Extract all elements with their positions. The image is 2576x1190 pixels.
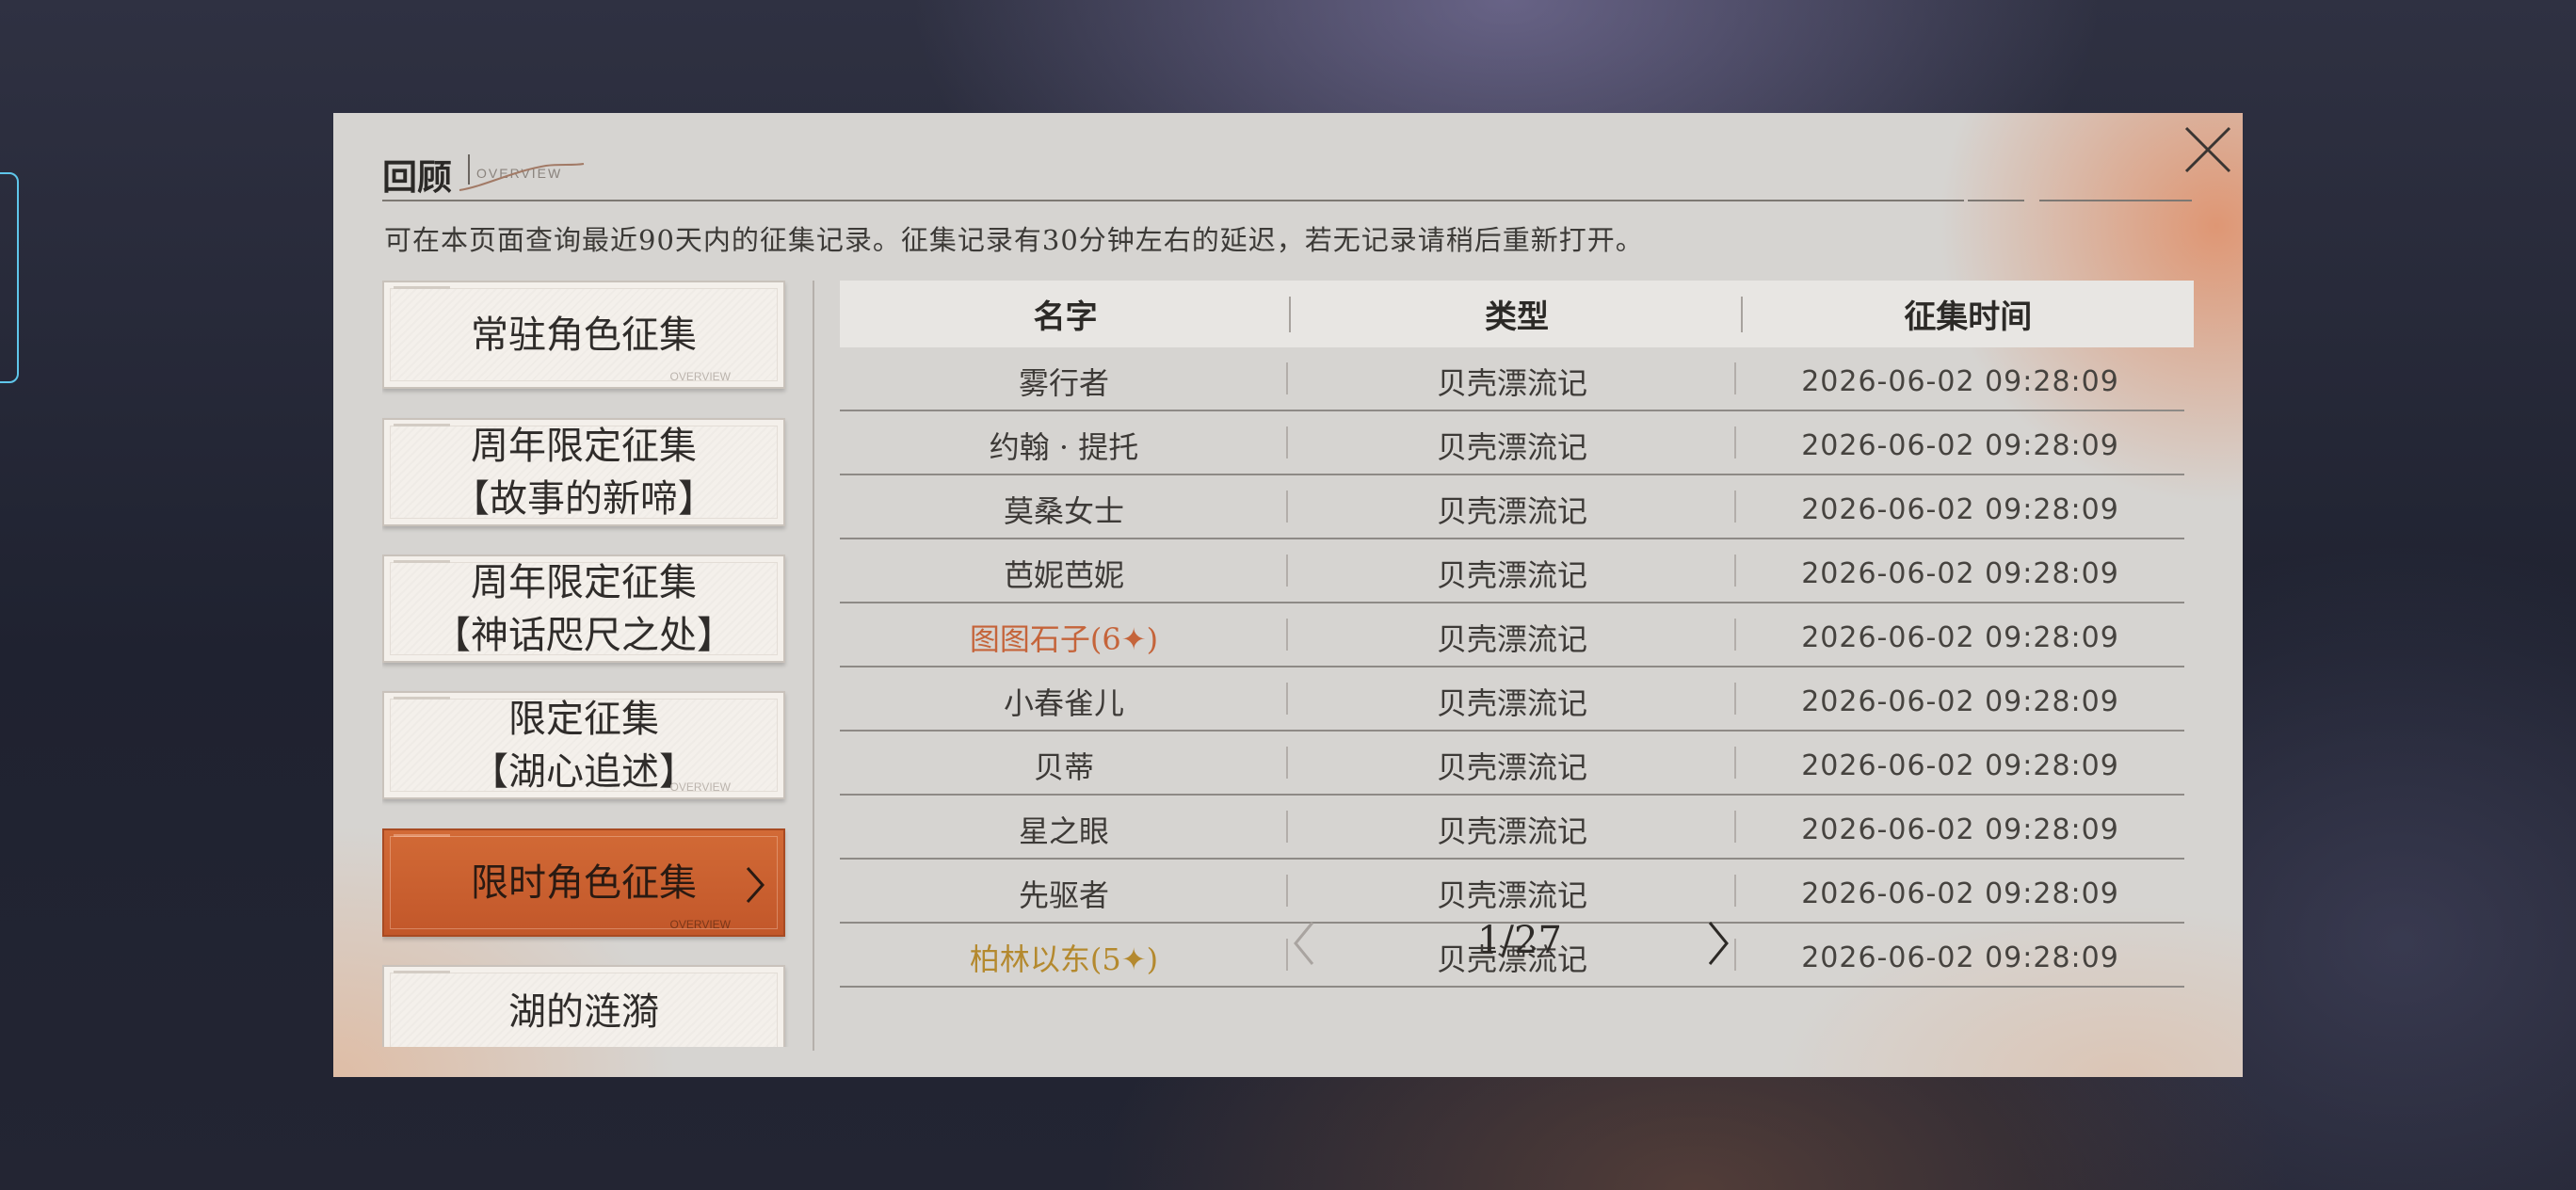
header-label: 类型: [1484, 298, 1549, 336]
overview-panel: 回顾 OVERVIEW 可在本页面查询最近90天内的征集记录。征集记录有30分钟…: [333, 113, 2243, 1077]
page-title: 回顾: [382, 156, 452, 198]
cell-name-six-star: 图图石子(6✦): [840, 603, 1288, 666]
edge-bracket: [0, 172, 19, 383]
label-line: 常驻角色征集: [471, 313, 697, 357]
cell-name: 星之眼: [840, 796, 1288, 858]
cell-type: 贝壳漂流记: [1288, 347, 1736, 410]
pagination: 1/27: [333, 915, 2243, 972]
table-row: 星之眼 贝壳漂流记 2026-06-02 09:28:09: [840, 796, 2184, 860]
label-line: 周年限定征集: [471, 560, 697, 604]
cell-time: 2026-06-02 09:28:09: [1801, 748, 2119, 782]
cell-name: 约翰 · 提托: [840, 411, 1288, 474]
label-subline: 【湖心追述】: [471, 749, 697, 794]
sidebar-item-lake-ripples[interactable]: 湖的涟漪: [382, 965, 785, 1047]
label-line: 限时角色征集: [471, 860, 697, 905]
label-line: 湖的涟漪: [508, 989, 659, 1034]
cell-time: 2026-06-02 09:28:09: [1801, 364, 2119, 398]
table-row: 小春雀儿 贝壳漂流记 2026-06-02 09:28:09: [840, 667, 2184, 732]
cell-type: 贝壳漂流记: [1288, 475, 1736, 538]
cell-time: 2026-06-02 09:28:09: [1801, 812, 2119, 846]
sidebar-item-limited[interactable]: 限定征集 【湖心追述】 OVERVIEW: [382, 691, 785, 799]
cell-time: 2026-06-02 09:28:09: [1801, 428, 2119, 462]
cell-type: 贝壳漂流记: [1288, 796, 1736, 858]
header-label: 名字: [1033, 298, 1098, 336]
header-rule: [382, 200, 1964, 201]
cell-name: 小春雀儿: [840, 667, 1288, 730]
cell-type: 贝壳漂流记: [1288, 411, 1736, 474]
label-line: 限定征集: [508, 697, 659, 741]
button-deco-text: OVERVIEW: [669, 780, 731, 794]
cell-time: 2026-06-02 09:28:09: [1801, 620, 2119, 654]
sidebar-item-label: 周年限定征集 【神话咫尺之处】: [384, 556, 783, 661]
column-header-type: 类型: [1291, 281, 1743, 347]
sidebar-item-standard[interactable]: 常驻角色征集 OVERVIEW: [382, 281, 785, 389]
cell-time: 2026-06-02 09:28:09: [1801, 684, 2119, 718]
sidebar-item-anniversary-2[interactable]: 周年限定征集 【神话咫尺之处】: [382, 555, 785, 663]
label-line: 周年限定征集: [471, 424, 697, 468]
notice-text: 可在本页面查询最近90天内的征集记录。征集记录有30分钟左右的延迟，若无记录请稍…: [384, 224, 1644, 256]
cell-type: 贝壳漂流记: [1288, 667, 1736, 730]
table-row: 芭妮芭妮 贝壳漂流记 2026-06-02 09:28:09: [840, 539, 2184, 603]
table-header: 名字 类型 征集时间: [840, 281, 2194, 347]
header-label: 征集时间: [1904, 298, 2033, 336]
cell-time: 2026-06-02 09:28:09: [1801, 556, 2119, 590]
table-row: 先驱者 贝壳漂流记 2026-06-02 09:28:09: [840, 860, 2184, 924]
cell-type: 贝壳漂流记: [1288, 603, 1736, 666]
close-icon[interactable]: [2179, 121, 2237, 179]
page-indicator: 1/27: [1477, 919, 1562, 962]
chevron-left-icon[interactable]: [1284, 917, 1322, 970]
sidebar-item-label: 周年限定征集 【故事的新啼】: [384, 420, 783, 524]
chevron-right-icon: [746, 867, 765, 903]
cell-type: 贝壳漂流记: [1288, 732, 1736, 794]
column-header-name: 名字: [840, 281, 1292, 347]
table-row: 图图石子(6✦) 贝壳漂流记 2026-06-02 09:28:09: [840, 603, 2184, 667]
button-deco-text: OVERVIEW: [669, 370, 731, 383]
table-row: 雾行者 贝壳漂流记 2026-06-02 09:28:09: [840, 347, 2184, 411]
cell-name: 芭妮芭妮: [840, 539, 1288, 602]
cell-name: 雾行者: [840, 347, 1288, 410]
column-header-time: 征集时间: [1743, 281, 2194, 347]
cell-type: 贝壳漂流记: [1288, 860, 1736, 922]
title-swoosh-decoration: [459, 163, 585, 191]
cell-time: 2026-06-02 09:28:09: [1801, 492, 2119, 526]
cell-time: 2026-06-02 09:28:09: [1801, 876, 2119, 910]
cell-name: 莫桑女士: [840, 475, 1288, 538]
cell-name: 贝蒂: [840, 732, 1288, 794]
cell-type: 贝壳漂流记: [1288, 539, 1736, 602]
table-row: 约翰 · 提托 贝壳漂流记 2026-06-02 09:28:09: [840, 411, 2184, 475]
header-rule-short: [1968, 200, 2024, 201]
table-row: 莫桑女士 贝壳漂流记 2026-06-02 09:28:09: [840, 475, 2184, 539]
table-body: 雾行者 贝壳漂流记 2026-06-02 09:28:09 约翰 · 提托 贝壳…: [840, 347, 2184, 988]
table-row: 贝蒂 贝壳漂流记 2026-06-02 09:28:09: [840, 732, 2184, 796]
header-rule-right: [2039, 200, 2192, 201]
sidebar-item-anniversary-1[interactable]: 周年限定征集 【故事的新啼】: [382, 418, 785, 526]
label-subline: 【故事的新啼】: [452, 476, 716, 521]
label-subline: 【神话咫尺之处】: [433, 613, 734, 657]
records-table: 名字 类型 征集时间 雾行者 贝壳漂流记 2026-06-02 09:28:09…: [840, 281, 2194, 988]
chevron-right-icon[interactable]: [1700, 917, 1738, 970]
cell-name: 先驱者: [840, 860, 1288, 922]
